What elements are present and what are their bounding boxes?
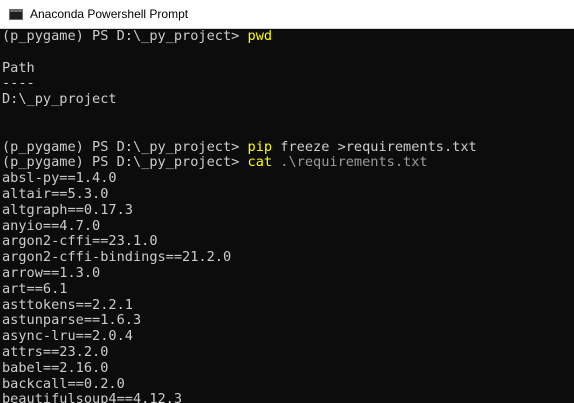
output-line: async-lru==2.0.4 [2, 328, 133, 345]
output-line: ---- [2, 75, 35, 92]
prompt: (p_pygame) PS D:\_py_project> [2, 154, 248, 171]
output-line: argon2-cffi==23.1.0 [2, 233, 158, 250]
command-args: freeze >requirements.txt [272, 138, 477, 155]
prompt: (p_pygame) PS D:\_py_project> [2, 29, 248, 44]
output-line: anyio==4.7.0 [2, 217, 101, 234]
output-line: absl-py==1.4.0 [2, 170, 117, 187]
command-args: .\requirements.txt [272, 154, 428, 171]
window-title: Anaconda Powershell Prompt [30, 7, 189, 21]
output-line: beautifulsoup4==4.12.3 [2, 391, 183, 403]
prompt: (p_pygame) PS D:\_py_project> [2, 138, 248, 155]
output-line: altgraph==0.17.3 [2, 201, 133, 218]
command-name: pwd [247, 29, 273, 44]
output-line: backcall==0.2.0 [2, 375, 125, 392]
command-line: (p_pygame) PS D:\_py_project> cat .\requ… [2, 154, 574, 171]
output-line: astunparse==1.6.3 [2, 312, 142, 329]
terminal-output[interactable]: (p_pygame) PS D:\_py_project> pwd Path ---… [0, 29, 574, 403]
output-line: Path [2, 59, 35, 76]
output-line: attrs==23.2.0 [2, 343, 109, 360]
terminal-icon [9, 8, 23, 20]
output-line: argon2-cffi-bindings==21.2.0 [2, 249, 232, 266]
command-name: cat [247, 154, 273, 171]
command-line: (p_pygame) PS D:\_py_project> pwd [2, 29, 574, 45]
output-line: D:\_py_project [2, 91, 117, 108]
output-line: altair==5.3.0 [2, 185, 109, 202]
command-name: pip [247, 138, 273, 155]
output-line: arrow==1.3.0 [2, 264, 101, 281]
title-bar: Anaconda Powershell Prompt [0, 0, 574, 29]
output-line: asttokens==2.2.1 [2, 296, 133, 313]
output-line: art==6.1 [2, 280, 68, 297]
command-line: (p_pygame) PS D:\_py_project> pip freeze… [2, 138, 574, 156]
output-line: babel==2.16.0 [2, 359, 109, 376]
